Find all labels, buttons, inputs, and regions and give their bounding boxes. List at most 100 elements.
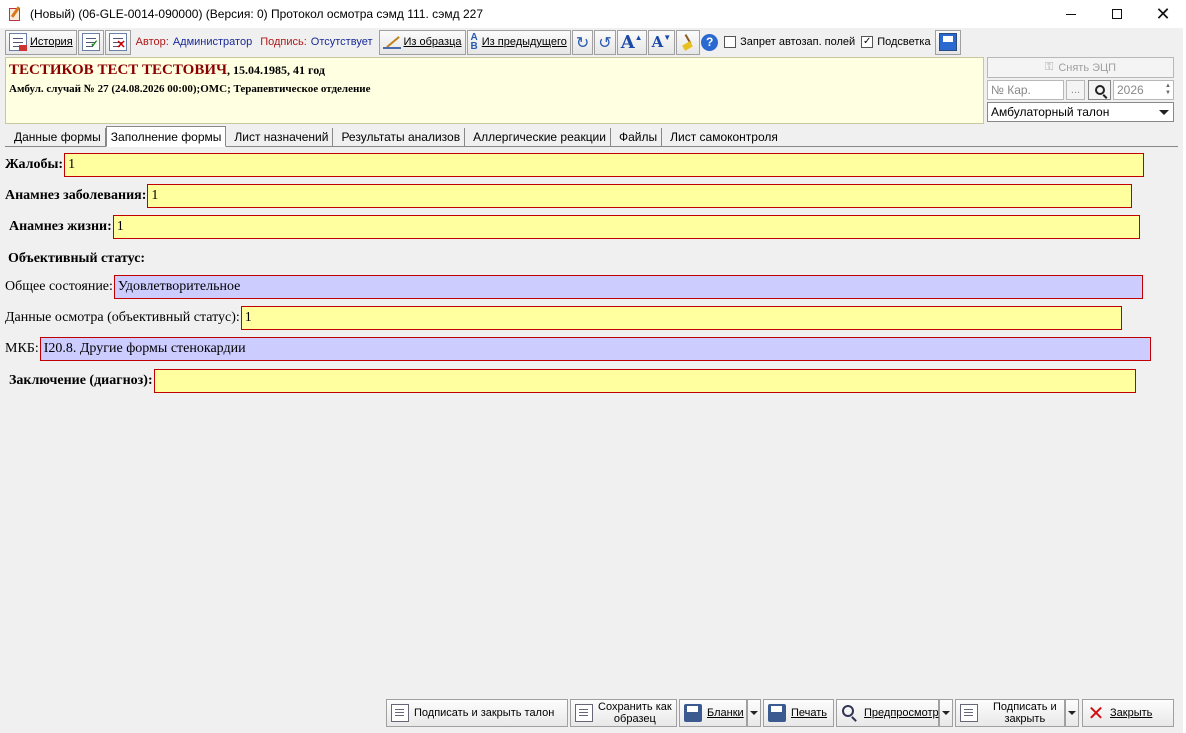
talon-type-select[interactable]: Амбулаторный талон: [987, 102, 1174, 122]
print-label: Печать: [791, 707, 828, 719]
sign-close-button[interactable]: Подписать и закрыть: [955, 699, 1065, 727]
mkb-field[interactable]: I20.8. Другие формы стенокардии: [39, 337, 1151, 361]
search-button[interactable]: [1088, 80, 1111, 100]
preview-label: Предпросмотр: [864, 707, 939, 719]
tab-allergies[interactable]: Аллергические реакции: [469, 128, 611, 146]
maximize-button[interactable]: [1094, 0, 1140, 28]
sign-close-talon-label: Подписать и закрыть талон: [414, 707, 555, 719]
conclusion-field[interactable]: [153, 369, 1136, 393]
from-sample-label: Из образца: [403, 36, 462, 48]
spellcheck-icon: ↺: [598, 32, 612, 52]
tab-self-control[interactable]: Лист самоконтроля: [666, 128, 782, 146]
font-decrease-button[interactable]: A ▼: [647, 29, 676, 55]
complaints-row: Жалобы: 1: [5, 153, 1145, 177]
anamnesis-life-row: Анамнез жизни: 1: [9, 215, 1140, 239]
talon-type-value: Амбулаторный талон: [991, 105, 1110, 119]
mkb-row: МКБ: I20.8. Другие формы стенокардии: [5, 337, 1151, 361]
blanks-dropdown[interactable]: [747, 699, 761, 727]
remove-ecp-button[interactable]: ⚿ Снять ЭЦП: [987, 57, 1174, 78]
tab-prescriptions[interactable]: Лист назначений: [230, 128, 334, 146]
blanks-button[interactable]: Бланки: [679, 699, 747, 727]
history-label: История: [30, 36, 73, 48]
from-previous-label: Из предыдущего: [481, 36, 567, 48]
form-area: Жалобы: 1 Анамнез заболевания: 1 Анамнез…: [5, 148, 1158, 696]
anamnesis-life-field[interactable]: 1: [112, 215, 1140, 239]
complaints-field[interactable]: 1: [64, 153, 1145, 177]
highlight-checkbox[interactable]: ✓: [861, 36, 874, 48]
reject-document-button[interactable]: ✕: [104, 29, 131, 55]
help-icon[interactable]: ?: [701, 33, 719, 51]
tab-files[interactable]: Файлы: [615, 128, 663, 146]
close-button[interactable]: ✕ Закрыть: [1082, 699, 1174, 727]
general-state-row: Общее состояние: Удовлетворительное: [5, 275, 1143, 299]
sign-close-label-2: закрыть: [1004, 713, 1046, 725]
blanks-label: Бланки: [707, 707, 744, 719]
bottom-bar: Подписать и закрыть талон Сохранить как о…: [0, 698, 1186, 728]
complaints-label: Жалобы:: [5, 157, 64, 172]
preview-button[interactable]: Предпросмотр: [836, 699, 939, 727]
autofill-ban-label: Запрет автозап. полей: [740, 36, 856, 48]
mkb-label: МКБ:: [5, 341, 39, 356]
anamnesis-disease-row: Анамнез заболевания: 1: [5, 184, 1133, 208]
save-as-sample-label-1: Сохранить как: [598, 701, 672, 713]
document-check-icon: ✓: [81, 33, 100, 51]
tab-form-data[interactable]: Данные формы: [10, 128, 106, 146]
conclusion-row: Заключение (диагноз):: [9, 369, 1136, 393]
anamnesis-disease-field[interactable]: 1: [147, 184, 1133, 208]
font-decrease-icon: A: [651, 33, 664, 51]
year-input[interactable]: 2026 ▲ ▼: [1113, 80, 1174, 100]
author-value: Администратор: [172, 36, 253, 48]
accept-document-button[interactable]: ✓: [77, 29, 104, 55]
magnifier-icon: [841, 704, 859, 722]
save-as-sample-button[interactable]: Сохранить как образец: [570, 699, 677, 727]
tab-form-fill[interactable]: Заполнение формы: [105, 126, 227, 147]
from-previous-button[interactable]: AB Из предыдущего: [466, 29, 571, 55]
card-number-input[interactable]: № Кар.: [987, 80, 1064, 100]
ab-icon: AB: [470, 32, 478, 52]
spin-icon[interactable]: ▲ ▼: [1165, 83, 1171, 97]
print-button[interactable]: Печать: [763, 699, 834, 727]
minimize-button[interactable]: [1048, 0, 1094, 28]
toolbar: История ✓ ✕ Автор: Администратор Подпись…: [5, 29, 1181, 55]
tab-analysis-results[interactable]: Результаты анализов: [337, 128, 466, 146]
preview-dropdown[interactable]: [939, 699, 953, 727]
font-increase-icon: A: [620, 31, 635, 53]
anamnesis-disease-label: Анамнез заболевания:: [5, 188, 147, 203]
autofill-ban-checkbox[interactable]: [724, 36, 737, 48]
printer-icon: [768, 704, 786, 722]
refresh-button[interactable]: ↻: [571, 29, 594, 55]
chevron-down-icon: [942, 711, 950, 715]
title-bar: (Новый) (06-GLE-0014-090000) (Версия: 0)…: [0, 0, 1186, 28]
minimize-icon: [1066, 13, 1076, 15]
save-icon: [938, 33, 957, 51]
save-button[interactable]: [934, 29, 961, 55]
from-sample-button[interactable]: Из образца: [378, 29, 466, 55]
conclusion-label: Заключение (диагноз):: [9, 373, 153, 388]
remove-ecp-label: Снять ЭЦП: [1058, 61, 1117, 74]
general-state-field[interactable]: Удовлетворительное: [113, 275, 1143, 299]
author-label: Автор:: [135, 36, 169, 48]
sign-close-label-1: Подписать и: [993, 701, 1057, 713]
exam-data-field[interactable]: 1: [240, 306, 1122, 330]
sign-close-talon-button[interactable]: Подписать и закрыть талон: [386, 699, 568, 727]
sign-close-dropdown[interactable]: [1065, 699, 1079, 727]
history-button[interactable]: История: [5, 29, 77, 55]
anamnesis-life-label: Анамнез жизни:: [9, 219, 112, 234]
app-icon: [8, 6, 22, 22]
sample-icon: [382, 33, 401, 51]
general-state-label: Общее состояние:: [5, 279, 113, 294]
patient-header: ТЕСТИКОВ ТЕСТ ТЕСТОВИЧ, 15.04.1985, 41 г…: [5, 57, 984, 124]
exam-data-label: Данные осмотра (объективный статус):: [5, 310, 240, 325]
close-icon: ✕: [1155, 3, 1171, 25]
history-icon: [9, 33, 27, 51]
patient-name: ТЕСТИКОВ ТЕСТ ТЕСТОВИЧ: [9, 62, 228, 78]
font-increase-button[interactable]: A ▲: [616, 29, 647, 55]
broom-icon: [680, 34, 696, 51]
sign-document-icon: [391, 704, 409, 722]
close-icon: ✕: [1087, 701, 1105, 725]
spellcheck-button[interactable]: ↺: [594, 29, 616, 55]
clear-button[interactable]: [676, 29, 701, 55]
save-as-sample-label-2: образец: [613, 713, 656, 725]
close-window-button[interactable]: ✕: [1140, 0, 1186, 28]
card-browse-button[interactable]: ...: [1066, 80, 1085, 100]
